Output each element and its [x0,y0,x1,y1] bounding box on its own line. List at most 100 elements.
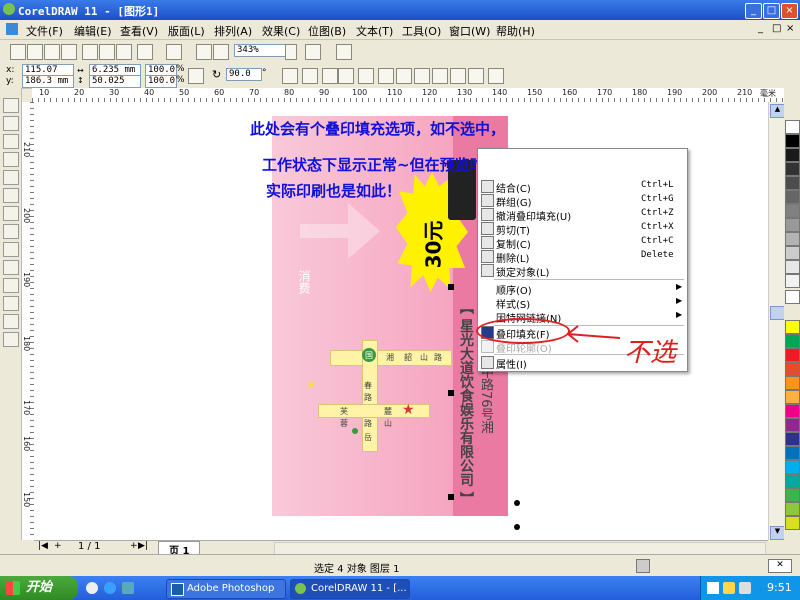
color-swatch[interactable] [785,348,800,362]
ellipse-tool-icon[interactable] [3,188,19,203]
trim-icon[interactable] [396,68,412,84]
color-swatch[interactable] [785,376,800,390]
scroll-up-button[interactable]: ▲ [770,104,785,118]
selection-handle[interactable] [448,390,454,396]
color-swatch[interactable] [785,390,800,404]
text-tool-icon[interactable] [3,224,19,239]
redo-icon[interactable] [166,44,182,60]
freehand-tool-icon[interactable] [3,152,19,167]
combine-icon[interactable] [358,68,374,84]
rectangle-tool-icon[interactable] [3,170,19,185]
color-swatch[interactable] [785,148,800,162]
color-swatch[interactable] [785,320,800,334]
paste-icon[interactable] [116,44,132,60]
taskbar-item-coreldraw[interactable]: CorelDRAW 11 - [... [290,579,410,599]
selection-handle[interactable] [448,284,454,290]
color-swatch[interactable] [785,274,800,288]
color-swatch[interactable] [785,432,800,446]
ungroup-icon[interactable] [338,68,354,84]
company-name-text[interactable]: 【 星光大道饮食娱乐有限公司 】 [456,300,476,506]
copy-icon[interactable] [99,44,115,60]
color-swatch[interactable] [785,218,800,232]
align-icon[interactable] [488,68,504,84]
interactive-fill-tool-icon[interactable] [3,332,19,347]
scroll-down-button[interactable]: ▼ [770,526,785,540]
menu-item-group[interactable]: 群组(G) Ctrl+G [478,193,687,209]
first-page-button[interactable]: |◀ [38,541,48,551]
menu-item-combine[interactable]: 结合(C) Ctrl+L [478,179,687,195]
quicklaunch-media-icon[interactable] [122,582,134,594]
menu-view[interactable]: 查看(V) [120,23,158,39]
zoom-tool-icon[interactable] [3,134,19,149]
outline-tool-icon[interactable] [3,296,19,311]
menu-window[interactable]: 窗口(W) [449,23,490,39]
color-swatch[interactable] [785,446,800,460]
color-swatch[interactable] [785,516,800,530]
menu-item-cut[interactable]: 剪切(T) Ctrl+X [478,221,687,237]
color-swatch[interactable] [785,204,800,218]
color-swatch[interactable] [785,162,800,176]
color-swatch-none[interactable] [785,120,800,134]
lock-ratio-icon[interactable] [188,68,204,84]
menu-item-styles[interactable]: 样式(S) ▶ [478,295,687,311]
height-input[interactable]: 50.025 mm [89,75,141,97]
doc-close-button[interactable]: × [786,23,794,34]
menu-item-order[interactable]: 顺序(O) ▶ [478,281,687,297]
add-page-before-button[interactable]: + [54,541,62,551]
color-swatch[interactable] [785,246,800,260]
menu-edit[interactable]: 编辑(E) [74,23,112,39]
close-button[interactable]: × [781,3,798,19]
polygon-tool-icon[interactable] [3,206,19,221]
doc-restore-button[interactable]: □ [772,23,781,34]
color-swatch[interactable] [785,502,800,516]
color-swatch[interactable] [785,232,800,246]
vertical-scrollbar[interactable]: ▲ ▼ [768,102,785,540]
weld-icon[interactable] [378,68,394,84]
network-icon[interactable] [723,582,735,594]
color-swatch[interactable] [785,334,800,348]
zoom-select[interactable]: 343% [234,44,288,57]
menu-help[interactable]: 帮助(H) [496,23,535,39]
fill-tool-icon[interactable] [3,314,19,329]
shape-tool-icon[interactable] [3,116,19,131]
horizontal-ruler[interactable]: 10 20 30 40 50 60 70 80 90 100 110 120 1… [32,88,786,103]
color-swatch[interactable] [785,260,800,274]
rotation-input[interactable]: 90.0 [226,68,262,81]
export-icon[interactable] [213,44,229,60]
color-swatch[interactable] [785,488,800,502]
save-icon[interactable] [44,44,60,60]
color-swatch[interactable] [785,418,800,432]
intersect-icon[interactable] [414,68,430,84]
menu-effects[interactable]: 效果(C) [262,23,300,39]
volume-icon[interactable] [739,582,751,594]
last-page-button[interactable]: ▶| [138,541,148,551]
simplify-icon[interactable] [432,68,448,84]
menu-tools[interactable]: 工具(O) [402,23,441,39]
start-button[interactable]: 开始 [0,576,78,600]
document-icon[interactable] [6,23,18,35]
undo-icon[interactable] [137,44,153,60]
group-icon[interactable] [322,68,338,84]
menu-bitmaps[interactable]: 位图(B) [308,23,346,39]
selection-handle[interactable] [514,500,520,506]
menu-arrange[interactable]: 排列(A) [214,23,252,39]
open-icon[interactable] [27,44,43,60]
new-icon[interactable] [10,44,26,60]
print-icon[interactable] [61,44,77,60]
quicklaunch-desktop-icon[interactable] [86,582,98,594]
transparency-tool-icon[interactable] [3,260,19,275]
color-swatch[interactable] [785,134,800,148]
cut-icon[interactable] [82,44,98,60]
front-minus-back-icon[interactable] [450,68,466,84]
maximize-button[interactable]: □ [763,3,780,19]
menu-item-lock[interactable]: 锁定对象(L) [478,263,687,279]
menu-item-undo-overprint[interactable]: 撤消叠印填充(U) Ctrl+Z [478,207,687,223]
color-swatch[interactable] [785,460,800,474]
mirror-v-icon[interactable] [302,68,318,84]
minimize-button[interactable]: _ [745,3,762,19]
doc-minimize-button[interactable]: _ [758,23,763,34]
snap-icon[interactable] [305,44,321,60]
color-swatch[interactable] [785,190,800,204]
import-icon[interactable] [196,44,212,60]
quicklaunch-ie-icon[interactable] [104,582,116,594]
